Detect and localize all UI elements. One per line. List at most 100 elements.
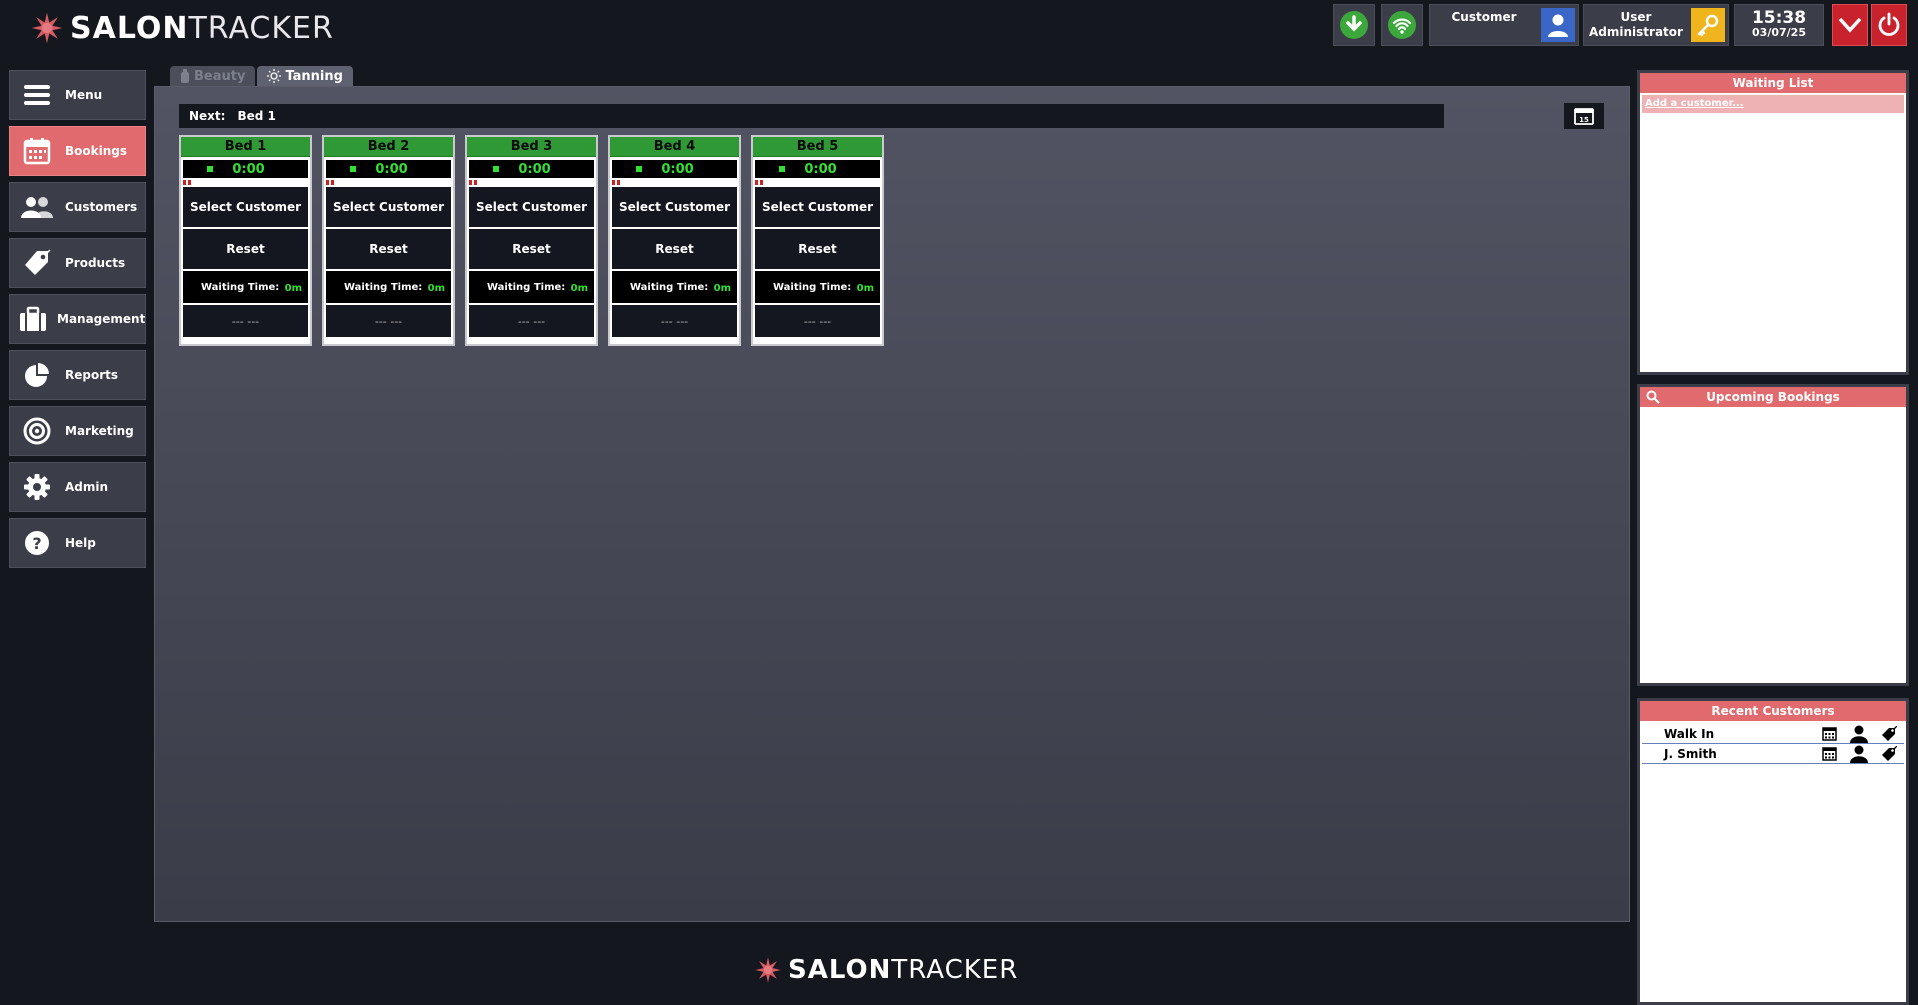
add-customer-link[interactable]: Add a customer... [1642, 95, 1904, 113]
svg-text:15: 15 [1579, 116, 1589, 124]
bed-customer: --- --- [469, 305, 594, 337]
upcoming-bookings-panel: Upcoming Bookings [1637, 384, 1909, 686]
reset-button[interactable]: Reset [469, 229, 594, 269]
user-role: Administrator [1589, 25, 1683, 39]
salon-flower-icon [755, 957, 781, 983]
bed-indicator [183, 178, 310, 186]
select-customer-button[interactable]: Select Customer [469, 187, 594, 227]
sell-product-button[interactable] [1874, 725, 1904, 742]
bed-indicator [469, 178, 596, 186]
sidebar-item-label: Reports [65, 368, 119, 382]
reset-button[interactable]: Reset [612, 229, 737, 269]
chevron-down-icon [1838, 17, 1862, 33]
list-item[interactable]: J. Smith [1642, 744, 1904, 764]
logo-text: SALONTRACKER [70, 10, 334, 46]
bed-card: Bed 4 0:00 Select Customer Reset Waiting… [608, 135, 741, 346]
power-button[interactable] [1871, 4, 1907, 46]
minimize-button[interactable] [1832, 4, 1868, 46]
sidebar-item-label: Management [57, 312, 146, 326]
sidebar-item-menu[interactable]: Menu [9, 70, 146, 120]
waiting-time: Waiting Time: 0m [469, 271, 594, 303]
bed-timer: 0:00 [326, 160, 451, 178]
bed-timer: 0:00 [469, 160, 594, 178]
reset-button[interactable]: Reset [755, 229, 880, 269]
bed-indicator [612, 178, 739, 186]
sidebar-item-reports[interactable]: Reports [9, 350, 146, 400]
sidebar-item-label: Marketing [65, 424, 134, 438]
view-customer-button[interactable] [1844, 745, 1874, 763]
footer-logo: SALONTRACKER [754, 955, 1018, 985]
search-icon[interactable] [1646, 390, 1660, 404]
clock: 15:38 03/07/25 [1734, 4, 1824, 46]
upcoming-bookings-title: Upcoming Bookings [1706, 390, 1840, 404]
sidebar-item-label: Help [65, 536, 96, 550]
tanning-panel: Next: Bed 1 15 Bed 1 0:00 Select Custome… [154, 86, 1630, 922]
sell-product-button[interactable] [1874, 745, 1904, 762]
select-customer-button[interactable]: Select Customer [183, 187, 308, 227]
sidebar-item-label: Customers [65, 200, 138, 214]
reset-button[interactable]: Reset [326, 229, 451, 269]
bed-card: Bed 2 0:00 Select Customer Reset Waiting… [322, 135, 455, 346]
waiting-time: Waiting Time: 0m [612, 271, 737, 303]
tab-beauty[interactable]: Beauty [170, 66, 256, 86]
bed-title: Bed 1 [181, 137, 310, 157]
bed-list: Bed 1 0:00 Select Customer Reset Waiting… [179, 135, 894, 346]
help-icon: ? [19, 525, 55, 561]
clock-time: 15:38 [1751, 8, 1807, 28]
tag-icon [1882, 745, 1897, 761]
user-panel[interactable]: User Administrator [1583, 4, 1729, 46]
pie-chart-icon [19, 357, 55, 393]
bed-card: Bed 1 0:00 Select Customer Reset Waiting… [179, 135, 312, 346]
sidebar-item-products[interactable]: Products [9, 238, 146, 288]
target-icon [19, 413, 55, 449]
book-customer-button[interactable] [1814, 726, 1844, 741]
app-logo: SALONTRACKER [30, 10, 334, 46]
recent-customers-title: Recent Customers [1640, 701, 1906, 721]
bed-timer: 0:00 [755, 160, 880, 178]
bed-customer: --- --- [612, 305, 737, 337]
customer-name: J. Smith [1664, 746, 1717, 761]
sun-icon [267, 69, 282, 83]
waiting-list-panel: Waiting List Add a customer... [1637, 70, 1909, 375]
connection-button[interactable] [1381, 4, 1423, 46]
calendar-button[interactable]: 15 [1564, 103, 1604, 129]
sidebar-item-admin[interactable]: Admin [9, 462, 146, 512]
user-icon [1850, 725, 1868, 743]
bed-timer: 0:00 [183, 160, 308, 178]
sidebar: Menu Bookings Customers Products Managem… [9, 70, 146, 574]
bed-title: Bed 5 [753, 137, 882, 157]
select-customer-button[interactable]: Select Customer [326, 187, 451, 227]
reset-button[interactable]: Reset [183, 229, 308, 269]
next-value: Bed 1 [237, 109, 276, 123]
tag-icon [19, 245, 55, 281]
sidebar-item-label: Products [65, 256, 126, 270]
customer-name: Walk In [1664, 726, 1715, 741]
sidebar-item-customers[interactable]: Customers [9, 182, 146, 232]
bed-title: Bed 4 [610, 137, 739, 157]
users-icon [19, 189, 55, 225]
wifi-icon [1388, 11, 1416, 39]
download-button[interactable] [1333, 4, 1375, 46]
book-customer-button[interactable] [1814, 746, 1844, 761]
menu-icon [19, 77, 55, 113]
sidebar-item-management[interactable]: Management [9, 294, 146, 344]
key-icon [1691, 8, 1725, 42]
tag-icon [1882, 725, 1897, 741]
logo-text: SALONTRACKER [788, 955, 1019, 985]
select-customer-button[interactable]: Select Customer [755, 187, 880, 227]
sidebar-item-marketing[interactable]: Marketing [9, 406, 146, 456]
customer-label: Customer [1451, 10, 1517, 24]
customer-panel[interactable]: Customer [1429, 4, 1579, 46]
waiting-time: Waiting Time: 0m [183, 271, 308, 303]
sidebar-item-bookings[interactable]: Bookings [9, 126, 146, 176]
view-customer-button[interactable] [1844, 725, 1874, 743]
waiting-time: Waiting Time: 0m [755, 271, 880, 303]
sidebar-item-label: Menu [65, 88, 103, 102]
recent-customers-panel: Recent Customers Walk In J. Smith [1637, 698, 1909, 1005]
select-customer-button[interactable]: Select Customer [612, 187, 737, 227]
clock-date: 03/07/25 [1752, 26, 1806, 39]
bed-title: Bed 2 [324, 137, 453, 157]
tab-tanning[interactable]: Tanning [257, 66, 353, 86]
list-item[interactable]: Walk In [1642, 724, 1904, 744]
sidebar-item-help[interactable]: ? Help [9, 518, 146, 568]
